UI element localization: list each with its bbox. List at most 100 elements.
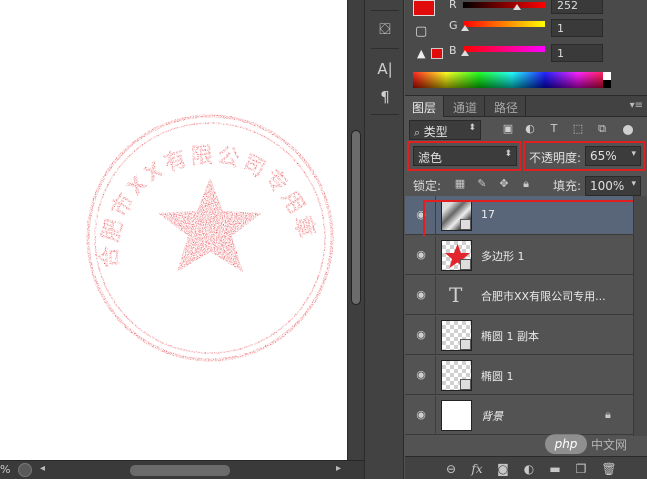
r-label: R [449,0,457,11]
panel-tabs: 图层 通道 路径 ▾≡ [405,96,647,117]
add-mask-icon[interactable]: ◙ [495,461,511,477]
text-layer-icon: T [449,283,463,307]
filter-smart-object-icon[interactable]: ⧉ [595,122,609,136]
layer-thumbnail [441,400,472,431]
blend-mode-value: 滤色 [418,151,443,165]
b-slider[interactable] [463,46,545,52]
filter-kind-label: 类型 [423,125,448,139]
panel-menu-icon[interactable]: ▾≡ [630,100,643,111]
g-label: G [449,19,458,32]
layer-name: 椭圆 1 [481,370,514,383]
document-info-button[interactable] [18,463,32,477]
fill-field[interactable]: 100% ▾ [585,176,641,196]
warning-icon: ▢ [415,24,428,39]
lock-label: 锁定: [413,179,442,193]
status-bar: % ◂ ▸ [0,460,364,479]
eye-icon[interactable]: ◉ [415,289,427,301]
layer-thumbnail [441,320,472,351]
stamp-artwork: 合肥市XX有限公司专用章 [86,114,334,362]
r-slider-handle[interactable] [513,4,521,10]
new-group-icon[interactable]: ▬ [547,461,563,477]
lock-icon: 🔒︎ [605,408,611,421]
paragraph-icon[interactable]: ¶ [373,86,397,108]
cube-icon[interactable]: ⛋ [373,18,397,40]
opacity-field[interactable]: 65% ▾ [585,146,641,166]
gamut-color-swatch[interactable] [431,48,443,59]
b-slider-handle[interactable] [461,50,469,56]
lock-all-icon[interactable]: 🔒︎ [519,177,533,191]
chevron-updown-icon: ⬍ [468,123,476,133]
layer-row-ellipse[interactable]: ◉ 椭圆 1 [405,356,633,395]
b-value-field[interactable]: 1 [551,44,603,62]
blend-mode-select[interactable]: 滤色 ⬍ [413,146,517,166]
divider [435,276,436,315]
watermark-site: 中文网 [591,438,628,452]
filter-toggle-icon[interactable] [623,125,633,135]
layer-style-icon[interactable]: fx [469,461,485,477]
divider [371,10,399,11]
filter-pixel-icon[interactable]: ▣ [501,122,515,136]
layer-thumbnail [441,360,472,391]
black-white-swatch[interactable] [603,72,611,88]
horizontal-scroll-thumb[interactable] [130,465,230,476]
color-panel: R 252 ▢ G 1 ▲ B 1 [405,0,647,95]
scroll-right-icon[interactable]: ▸ [336,463,341,474]
chevron-down-icon: ▾ [631,149,636,159]
r-value-field[interactable]: 252 [551,0,603,14]
divider [435,356,436,395]
chevron-down-icon: ▾ [631,179,636,189]
filter-type-icon[interactable]: T [547,122,561,136]
tab-paths[interactable]: 路径 [487,96,527,117]
divider [435,316,436,355]
layer-name: 合肥市XX有限公司专用... [481,290,606,303]
layer-name: 多边形 1 [481,250,525,263]
layer-row-ellipse-copy[interactable]: ◉ 椭圆 1 副本 [405,316,633,355]
adjustment-layer-icon[interactable]: ◐ [521,461,537,477]
layer-row-background[interactable]: ◉ 背景 🔒︎ [405,396,633,435]
new-layer-icon[interactable]: ❐ [573,461,589,477]
g-slider[interactable] [463,21,545,27]
stamp-star [158,178,262,272]
color-spectrum-ramp[interactable] [413,72,611,88]
filter-adjustment-icon[interactable]: ◐ [523,122,537,136]
lock-move-icon[interactable]: ✥ [497,177,511,191]
trash-icon[interactable]: 🗑︎ [601,461,617,477]
foreground-color-swatch[interactable] [413,0,435,16]
scroll-left-icon[interactable]: ◂ [40,463,45,474]
layers-scrollbar[interactable] [633,196,647,436]
fill-label: 填充: [553,179,582,193]
layers-panel: 图层 通道 路径 ▾≡ ⌕ 类型 ⬍ ▣ ◐ T ⬚ ⧉ 滤色 ⬍ 不透明度: … [405,95,647,479]
shape-badge-icon [460,339,471,350]
g-slider-handle[interactable] [461,25,469,31]
gamut-warning-icon: ▲ [417,47,426,60]
scroll-thumb[interactable] [351,130,361,305]
search-icon: ⌕ [414,126,424,139]
document-canvas[interactable]: 合肥市XX有限公司专用章 [0,0,347,460]
g-value-field[interactable]: 1 [551,19,603,37]
layer-list: ◉ 17 ◉ 多边形 1 ◉ T 合肥市XX有限公司专用... ◉ 椭圆 1 副… [405,196,647,436]
panel-dock-column: ⛋ A| ¶ [364,0,404,479]
divider [435,396,436,435]
eye-icon[interactable]: ◉ [415,249,427,261]
eye-icon[interactable]: ◉ [415,369,427,381]
layer-filter-select[interactable]: ⌕ 类型 ⬍ [409,120,481,140]
layer-name: 椭圆 1 副本 [481,330,539,343]
fill-value: 100% [590,179,625,193]
link-layers-icon[interactable]: ⊖ [443,461,459,477]
shape-badge-icon [460,259,471,270]
watermark-badge: php [545,434,587,454]
lock-brush-icon[interactable]: ✎ [475,177,489,191]
tab-channels[interactable]: 通道 [446,96,486,117]
layer-row-text[interactable]: ◉ T 合肥市XX有限公司专用... [405,276,633,315]
divider [371,48,399,49]
tab-layers[interactable]: 图层 [405,96,445,117]
lock-transparency-icon[interactable]: ▦ [453,177,467,191]
canvas-vertical-scrollbar[interactable] [347,0,364,460]
eye-icon[interactable]: ◉ [415,409,427,421]
divider [435,236,436,275]
r-slider[interactable] [463,2,545,8]
eye-icon[interactable]: ◉ [415,329,427,341]
filter-shape-icon[interactable]: ⬚ [571,122,585,136]
text-vertical-icon[interactable]: A| [373,58,397,80]
layer-row-polygon[interactable]: ◉ 多边形 1 [405,236,633,275]
